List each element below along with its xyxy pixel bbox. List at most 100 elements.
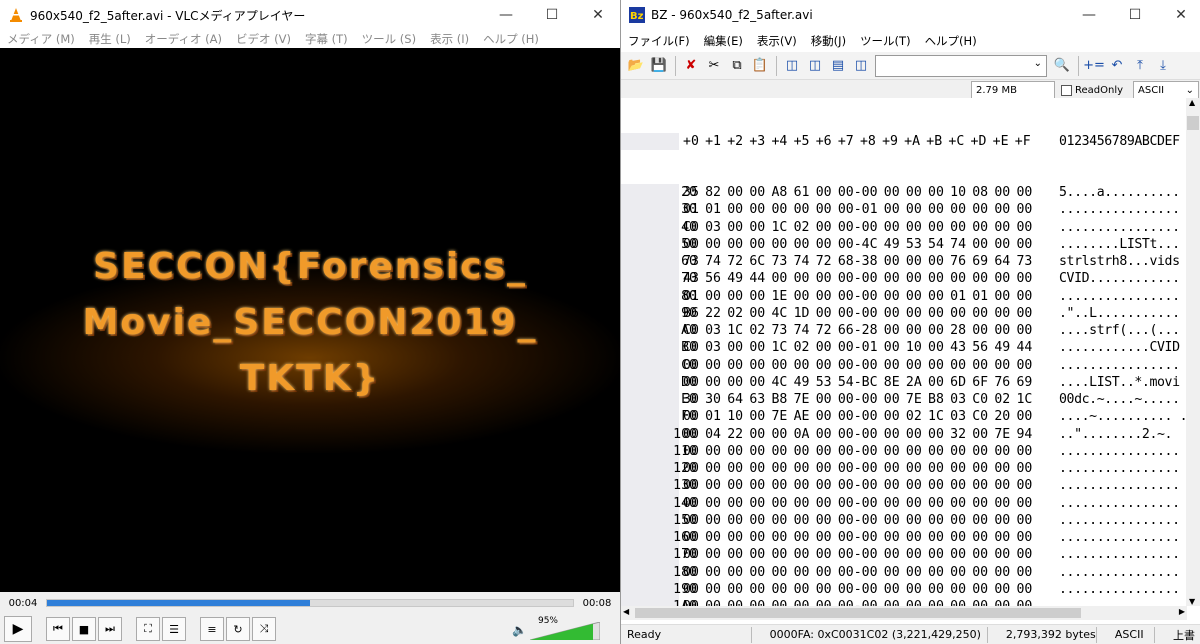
menu-subtitle[interactable]: 字幕 (T)	[298, 31, 355, 47]
hex-view[interactable]: +0 +1 +2 +3 +4 +5 +6 +7 +8 +9 +A +B +C +…	[621, 98, 1187, 606]
row-bytes[interactable]: 01 00 00 00 1E 00 00 00-00 00 00 00 01 0…	[683, 288, 1032, 305]
fullscreen-button[interactable]: ⛶	[136, 617, 160, 641]
row-ascii[interactable]: ................	[1059, 581, 1180, 598]
play-button[interactable]: ▶	[4, 616, 32, 642]
row-ascii[interactable]: ................	[1059, 495, 1180, 512]
view-single-icon[interactable]: ◫	[781, 55, 803, 77]
hex-row[interactable]: D0 00 00 00 00 4C 49 53 54-BC 8E 2A 00 6D…	[621, 373, 1187, 391]
row-bytes[interactable]: 00 00 00 00 00 00 00 00-00 00 00 00 00 0…	[683, 495, 1032, 512]
row-bytes[interactable]: 00 00 00 00 00 00 00 00-00 00 00 00 00 0…	[683, 598, 1032, 606]
close-icon[interactable]: ✕	[575, 0, 620, 30]
row-ascii[interactable]: ........LISTt...	[1059, 236, 1180, 253]
row-bytes[interactable]: 01 01 00 00 00 00 00 00-01 00 00 00 00 0…	[683, 201, 1032, 218]
vertical-scrollbar[interactable]: ▲ ▼	[1186, 98, 1200, 606]
row-bytes[interactable]: 00 00 00 00 00 00 00 00-00 00 00 00 00 0…	[683, 546, 1032, 563]
row-ascii[interactable]: ................	[1059, 564, 1180, 581]
minimize-icon[interactable]: —	[483, 0, 529, 30]
cut-icon[interactable]: ✂	[703, 55, 725, 77]
stop-button[interactable]: ■	[72, 617, 96, 641]
row-ascii[interactable]: ................	[1059, 529, 1180, 546]
scroll-thumb[interactable]	[635, 608, 1081, 618]
encoding-select[interactable]: ASCII ⌄	[1133, 81, 1200, 99]
paste-icon[interactable]: 📋	[749, 55, 771, 77]
row-ascii[interactable]: ................	[1059, 460, 1180, 477]
hex-row[interactable]: 20 35 82 00 00 A8 61 00 00-00 00 00 00 10…	[621, 184, 1187, 202]
row-bytes[interactable]: C0 03 00 00 1C 02 00 00-00 00 00 00 00 0…	[683, 219, 1032, 236]
row-bytes[interactable]: 00 00 00 00 00 00 00 00-00 00 00 00 00 0…	[683, 564, 1032, 581]
video-area[interactable]: SECCON{Forensics_ Movie_SECCON2019_ TKTK…	[0, 48, 620, 592]
row-ascii[interactable]: ................	[1059, 443, 1180, 460]
hex-row[interactable]: 120 00 00 00 00 00 00 00 00-00 00 00 00 0…	[621, 460, 1187, 478]
menu-view[interactable]: 表示 (I)	[423, 31, 476, 47]
volume-slider[interactable]	[530, 622, 600, 640]
menu-view[interactable]: 表示(V)	[750, 33, 804, 49]
row-ascii[interactable]: .."........2.~.	[1059, 426, 1172, 443]
row-bytes[interactable]: C0 03 1C 02 73 74 72 66-28 00 00 00 28 0…	[683, 322, 1032, 339]
jump-top-icon[interactable]: ⤒	[1129, 55, 1151, 77]
menu-file[interactable]: ファイル(F)	[621, 33, 697, 49]
hex-row[interactable]: 70 43 56 49 44 00 00 00 00-00 00 00 00 00…	[621, 270, 1187, 288]
row-ascii[interactable]: 5....a..........	[1059, 184, 1180, 201]
row-ascii[interactable]: strlstrh8...vids	[1059, 253, 1180, 270]
row-ascii[interactable]: ....strf(...(...	[1059, 322, 1180, 339]
hex-row[interactable]: 150 00 00 00 00 00 00 00 00-00 00 00 00 0…	[621, 511, 1187, 529]
row-ascii[interactable]: ................	[1059, 512, 1180, 529]
view-dual-icon[interactable]: ◫	[850, 55, 872, 77]
maximize-icon[interactable]: ☐	[1112, 0, 1158, 30]
scroll-up-icon[interactable]: ▲	[1189, 98, 1195, 107]
hex-row[interactable]: 60 73 74 72 6C 73 74 72 68-38 00 00 00 76…	[621, 253, 1187, 271]
undo-icon[interactable]: ↶	[1106, 55, 1128, 77]
menu-help[interactable]: ヘルプ (H)	[476, 31, 546, 47]
compare-icon[interactable]: +=	[1083, 55, 1105, 77]
scroll-down-icon[interactable]: ▼	[1189, 597, 1195, 606]
hex-row[interactable]: 190 00 00 00 00 00 00 00 00-00 00 00 00 0…	[621, 580, 1187, 598]
next-button[interactable]: ⏭	[98, 617, 122, 641]
extended-settings-button[interactable]: ☰	[162, 617, 186, 641]
menu-tools[interactable]: ツール(T)	[853, 33, 918, 49]
menu-audio[interactable]: オーディオ (A)	[138, 31, 229, 47]
download-icon[interactable]: ⤓	[1152, 55, 1174, 77]
hex-row[interactable]: A0 C0 03 1C 02 73 74 72 66-28 00 00 00 28…	[621, 322, 1187, 340]
hex-row[interactable]: 30 01 01 00 00 00 00 00 00-01 00 00 00 00…	[621, 201, 1187, 219]
menu-playback[interactable]: 再生 (L)	[82, 31, 138, 47]
row-ascii[interactable]: ."..L...........	[1059, 305, 1180, 322]
row-ascii[interactable]: ................	[1059, 201, 1180, 218]
hex-row[interactable]: 80 01 00 00 00 1E 00 00 00-00 00 00 00 01…	[621, 287, 1187, 305]
row-bytes[interactable]: 00 01 10 00 7E AE 00 00-00 00 02 1C 03 C…	[683, 408, 1032, 425]
hex-row[interactable]: F0 00 01 10 00 7E AE 00 00-00 00 02 1C 03…	[621, 408, 1187, 426]
row-ascii[interactable]: ............CVID	[1059, 339, 1180, 356]
menu-jump[interactable]: 移動(J)	[804, 33, 853, 49]
seek-bar[interactable]	[46, 599, 574, 607]
hex-row[interactable]: 50 00 00 00 00 00 00 00 00-4C 49 53 54 74…	[621, 235, 1187, 253]
view-horizontal-split-icon[interactable]: ▤	[827, 55, 849, 77]
row-bytes[interactable]: 00 04 22 00 00 0A 00 00-00 00 00 00 32 0…	[683, 426, 1032, 443]
row-ascii[interactable]: ................	[1059, 288, 1180, 305]
row-bytes[interactable]: 00 00 00 00 00 00 00 00-00 00 00 00 00 0…	[683, 581, 1032, 598]
close-icon[interactable]: ✕	[1158, 0, 1200, 30]
row-bytes[interactable]: 30 30 64 63 B8 7E 00 00-00 00 7E B8 03 C…	[683, 391, 1032, 408]
row-bytes[interactable]: 00 00 00 00 00 00 00 00-4C 49 53 54 74 0…	[683, 236, 1032, 253]
loop-button[interactable]: ↻	[226, 617, 250, 641]
playlist-button[interactable]: ≡	[200, 617, 224, 641]
open-icon[interactable]: 📂	[625, 55, 647, 77]
row-bytes[interactable]: 35 82 00 00 A8 61 00 00-00 00 00 00 10 0…	[683, 184, 1032, 201]
row-ascii[interactable]: ................	[1059, 219, 1180, 236]
scroll-thumb[interactable]	[1187, 116, 1199, 130]
volume-control[interactable]: 🔈 95%	[512, 616, 602, 642]
menu-video[interactable]: ビデオ (V)	[229, 31, 298, 47]
row-bytes[interactable]: 00 00 00 00 00 00 00 00-00 00 00 00 00 0…	[683, 357, 1032, 374]
hex-row[interactable]: 1A000 00 00 00 00 00 00 00-00 00 00 00 0…	[621, 598, 1187, 606]
hex-row[interactable]: 140 00 00 00 00 00 00 00 00-00 00 00 00 0…	[621, 494, 1187, 512]
scroll-left-icon[interactable]: ◀	[623, 607, 629, 616]
previous-button[interactable]: ⏮	[46, 617, 70, 641]
hex-row[interactable]: 100 00 04 22 00 00 0A 00 00-00 00 00 00 3…	[621, 425, 1187, 443]
row-ascii[interactable]: ................	[1059, 546, 1180, 563]
hex-row[interactable]: 130 00 00 00 00 00 00 00 00-00 00 00 00 0…	[621, 477, 1187, 495]
row-bytes[interactable]: 00 00 00 00 00 00 00 00-00 00 00 00 00 0…	[683, 529, 1032, 546]
view-vertical-split-icon[interactable]: ◫	[804, 55, 826, 77]
shuffle-button[interactable]: ⤨	[252, 617, 276, 641]
row-bytes[interactable]: 43 56 49 44 00 00 00 00-00 00 00 00 00 0…	[683, 270, 1032, 287]
row-bytes[interactable]: 00 00 00 00 4C 49 53 54-BC 8E 2A 00 6D 6…	[683, 374, 1032, 391]
scroll-right-icon[interactable]: ▶	[1179, 607, 1185, 616]
search-combo[interactable]: ⌄	[875, 54, 1047, 77]
